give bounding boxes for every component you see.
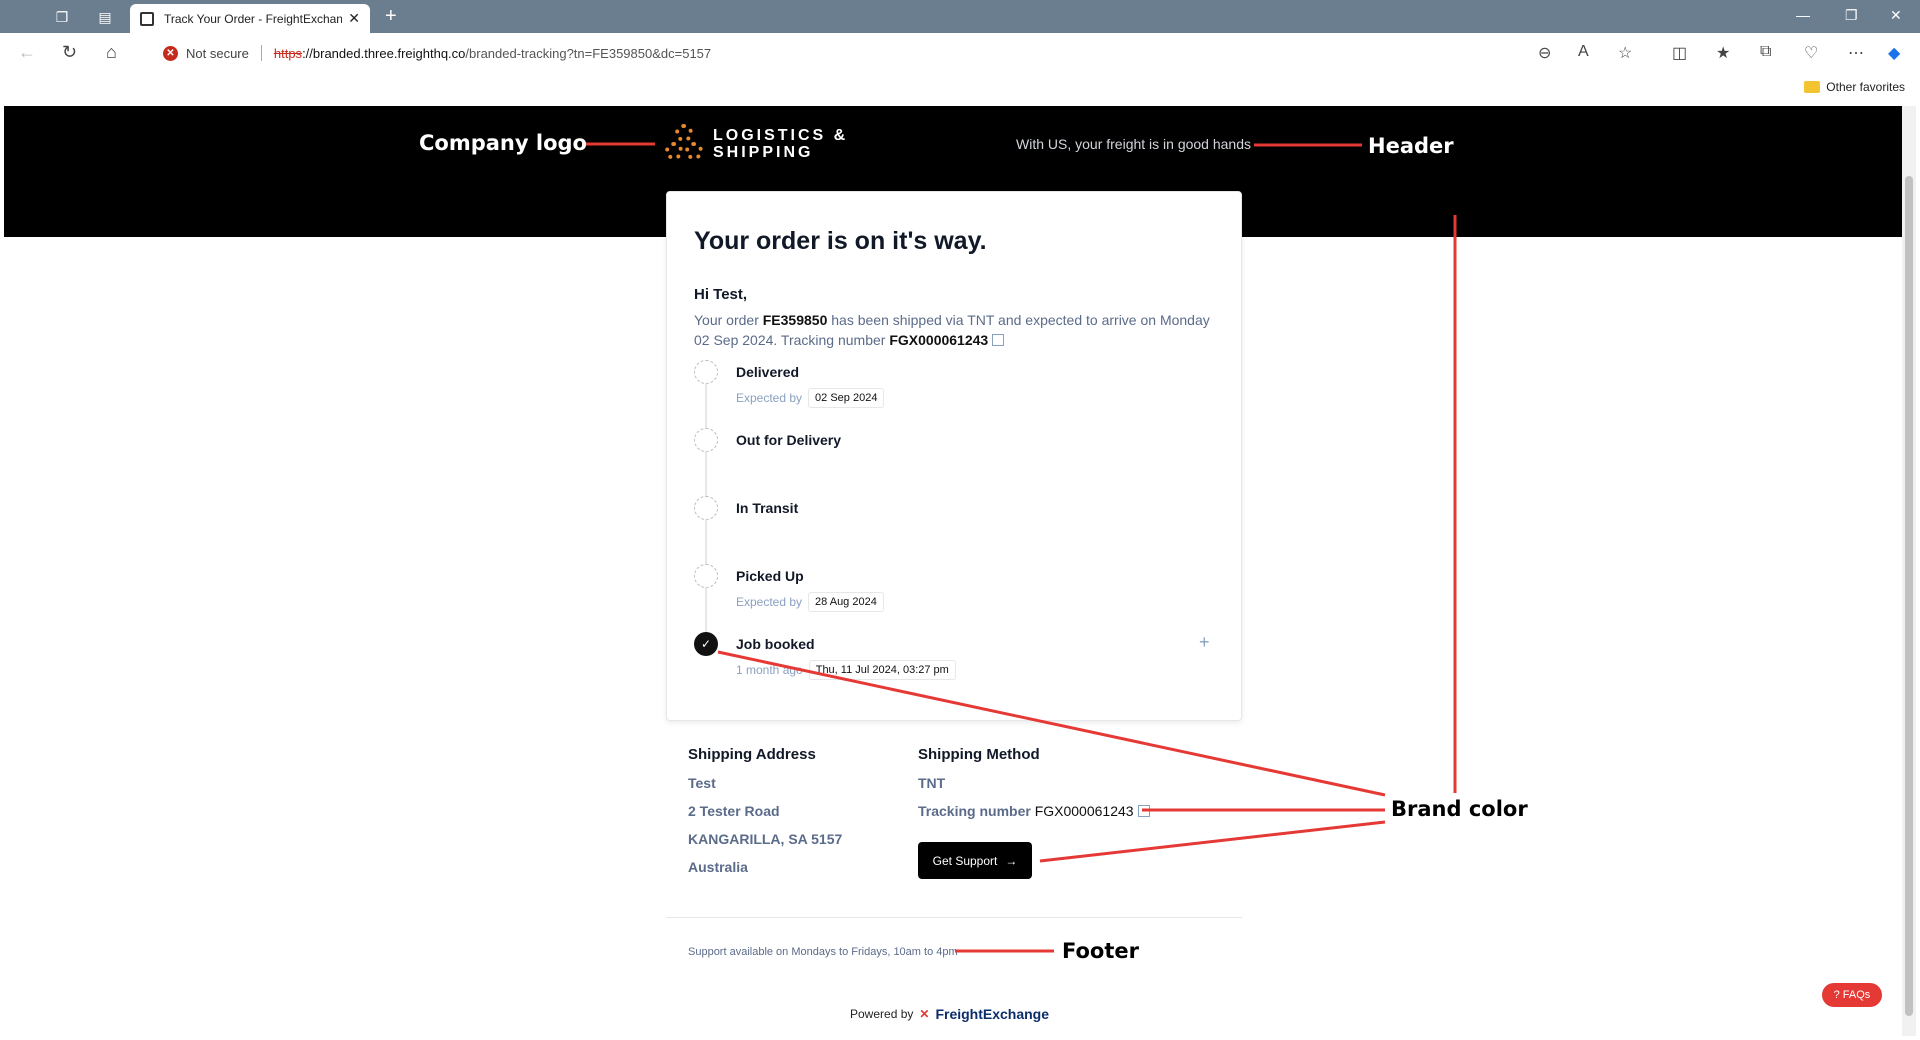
scrollbar-thumb[interactable] (1905, 176, 1913, 1016)
favorites-bar: Other favorites (0, 73, 1920, 103)
close-window-icon[interactable]: ✕ (1890, 7, 1902, 24)
shipping-address-title: Shipping Address (688, 746, 816, 763)
folder-icon (1804, 81, 1821, 93)
page-title: Your order is on it's way. (694, 227, 987, 255)
url-separator (260, 45, 262, 61)
external-link-icon[interactable] (992, 334, 1005, 346)
browser-tab-bar: ❐ ▤ Track Your Order - FreightExchan ✕ +… (0, 0, 1920, 33)
external-link-icon[interactable] (1137, 805, 1150, 817)
split-screen-icon[interactable]: ◫ (1672, 43, 1687, 63)
gears-icon (665, 124, 705, 164)
zoom-icon[interactable]: ⊖ (1538, 43, 1551, 63)
pending-circle-icon (694, 360, 718, 384)
support-hours: Support available on Mondays to Fridays,… (688, 946, 958, 958)
back-icon[interactable]: ← (18, 42, 36, 63)
not-secure-label[interactable]: Not secure (186, 46, 249, 61)
tracking-page: LOGISTICS & SHIPPING With US, your freig… (4, 106, 1902, 1036)
freightexchange-logo-icon: ✕ (919, 1007, 930, 1021)
carrier-name: TNT (918, 775, 946, 791)
collections-icon[interactable]: ⧉ (1760, 43, 1771, 61)
shipping-method-section: Shipping Method TNT Tracking number FGX0… (918, 746, 1150, 819)
get-support-button[interactable]: Get Support → (918, 842, 1032, 879)
order-message: Your order FE359850 has been shipped via… (694, 312, 1210, 348)
order-number: FE359850 (762, 312, 828, 328)
not-secure-icon: ✕ (163, 45, 178, 61)
tab-favicon-icon (140, 11, 154, 26)
powered-by[interactable]: Powered by ✕ FreightExchange (850, 1006, 1049, 1022)
copilot-icon[interactable]: ◆ (1888, 43, 1900, 63)
annotation-footer: Footer (1062, 939, 1139, 963)
annotation-header: Header (1368, 134, 1454, 158)
browser-essentials-icon[interactable]: ♡ (1804, 43, 1818, 63)
greeting: Hi Test, (694, 286, 748, 303)
url-host: ://branded.three.freighthq.co (302, 45, 466, 61)
read-aloud-icon[interactable]: A (1578, 43, 1589, 61)
freightexchange-brand: FreightExchange (935, 1006, 1050, 1022)
other-favorites-label: Other favorites (1826, 80, 1905, 94)
company-logo: LOGISTICS & SHIPPING (665, 124, 848, 164)
footer-divider (666, 917, 1242, 918)
tracking-number: FGX000061243 (889, 332, 989, 348)
expected-date-badge: 02 Sep 2024 (808, 388, 885, 408)
tab-title: Track Your Order - FreightExchan (164, 11, 343, 26)
pending-circle-icon (694, 564, 718, 588)
help-icon: ? (1833, 989, 1840, 1001)
expected-date-badge: 28 Aug 2024 (808, 592, 884, 612)
pending-circle-icon (694, 496, 718, 520)
url-scheme: https (273, 45, 303, 61)
shipping-address-section: Shipping Address Test 2 Tester Road KANG… (688, 746, 843, 875)
shipping-method-title: Shipping Method (918, 746, 1040, 763)
faqs-button[interactable]: ? FAQs (1822, 983, 1882, 1007)
restore-icon[interactable]: ❐ (1845, 7, 1858, 24)
annotation-brand-color: Brand color (1391, 797, 1528, 821)
arrow-right-icon: → (1005, 853, 1018, 868)
favorites-icon[interactable]: ★ (1716, 43, 1730, 63)
url-field[interactable]: ✕ Not secure https ://branded.three.frei… (145, 38, 1580, 68)
check-icon: ✓ (694, 632, 718, 656)
refresh-icon[interactable]: ↻ (62, 42, 77, 63)
new-tab-icon[interactable]: + (385, 5, 397, 28)
header-tagline: With US, your freight is in good hands (1016, 136, 1252, 152)
home-icon[interactable]: ⌂ (106, 42, 117, 63)
logo-line1: LOGISTICS & (713, 127, 849, 144)
annotation-company-logo: Company logo (419, 131, 587, 155)
tab-actions-icon[interactable]: ▤ (95, 7, 115, 27)
page-scrollbar[interactable] (1902, 106, 1916, 1036)
booked-date-badge: Thu, 11 Jul 2024, 03:27 pm (808, 660, 956, 680)
pending-circle-icon (694, 428, 718, 452)
logo-line2: SHIPPING (713, 144, 814, 161)
tracking-row: Tracking number FGX000061243 (918, 803, 1150, 819)
tracking-number-value: FGX000061243 (1034, 803, 1134, 819)
close-tab-icon[interactable]: ✕ (348, 10, 360, 27)
order-status-card: Your order is on it's way. Hi Test, Your… (666, 191, 1242, 721)
favorite-star-icon[interactable]: ☆ (1618, 43, 1632, 63)
other-favorites-button[interactable]: Other favorites (1804, 80, 1905, 94)
expand-plus-icon[interactable]: + (1199, 632, 1210, 653)
minimize-icon[interactable]: — (1796, 7, 1810, 23)
browser-address-bar: ← ↻ ⌂ ✕ Not secure https ://branded.thre… (0, 33, 1920, 73)
url-path: /branded-tracking?tn=FE359850&dc=5157 (465, 45, 712, 61)
workspaces-icon[interactable]: ❐ (52, 7, 72, 27)
browser-tab-active[interactable]: Track Your Order - FreightExchan ✕ (130, 4, 370, 33)
more-menu-icon[interactable]: ⋯ (1848, 43, 1864, 63)
